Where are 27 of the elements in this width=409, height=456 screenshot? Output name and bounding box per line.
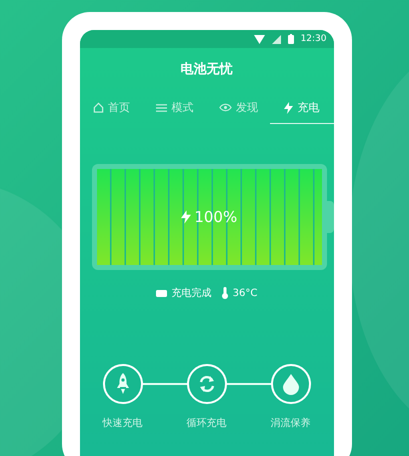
- water-drop-icon: [282, 374, 298, 394]
- battery-icon: [156, 290, 167, 296]
- status-time: 12:30: [300, 34, 326, 44]
- mode-button[interactable]: [186, 364, 226, 404]
- rocket-icon: [116, 373, 130, 395]
- temperature: 36°C: [232, 288, 258, 298]
- mode-label: 快速充电: [102, 416, 142, 430]
- battery-icon: [288, 34, 294, 44]
- wifi-icon: [254, 34, 265, 44]
- sliders-icon: [156, 102, 168, 112]
- mode-button[interactable]: [270, 364, 310, 404]
- nav-tab[interactable]: 模式: [143, 94, 206, 124]
- mode-label: 循环充电: [186, 416, 226, 430]
- eye-icon: [218, 103, 232, 112]
- home-icon: [92, 102, 104, 113]
- charge-status: 充电完成: [172, 286, 212, 300]
- mode-button[interactable]: [102, 364, 142, 404]
- signal-icon: [272, 34, 281, 44]
- app-title: 电池无忧: [180, 61, 234, 78]
- nav-tab[interactable]: 充电: [270, 94, 334, 124]
- battery-percent: 100%: [194, 208, 238, 226]
- thermometer-icon: [222, 287, 228, 299]
- nav-tab[interactable]: 首页: [80, 94, 143, 124]
- nav-tab[interactable]: 发现: [206, 94, 270, 124]
- bolt-icon: [284, 102, 294, 114]
- bolt-icon: [181, 209, 192, 225]
- mode-label: 涓流保养: [270, 416, 310, 430]
